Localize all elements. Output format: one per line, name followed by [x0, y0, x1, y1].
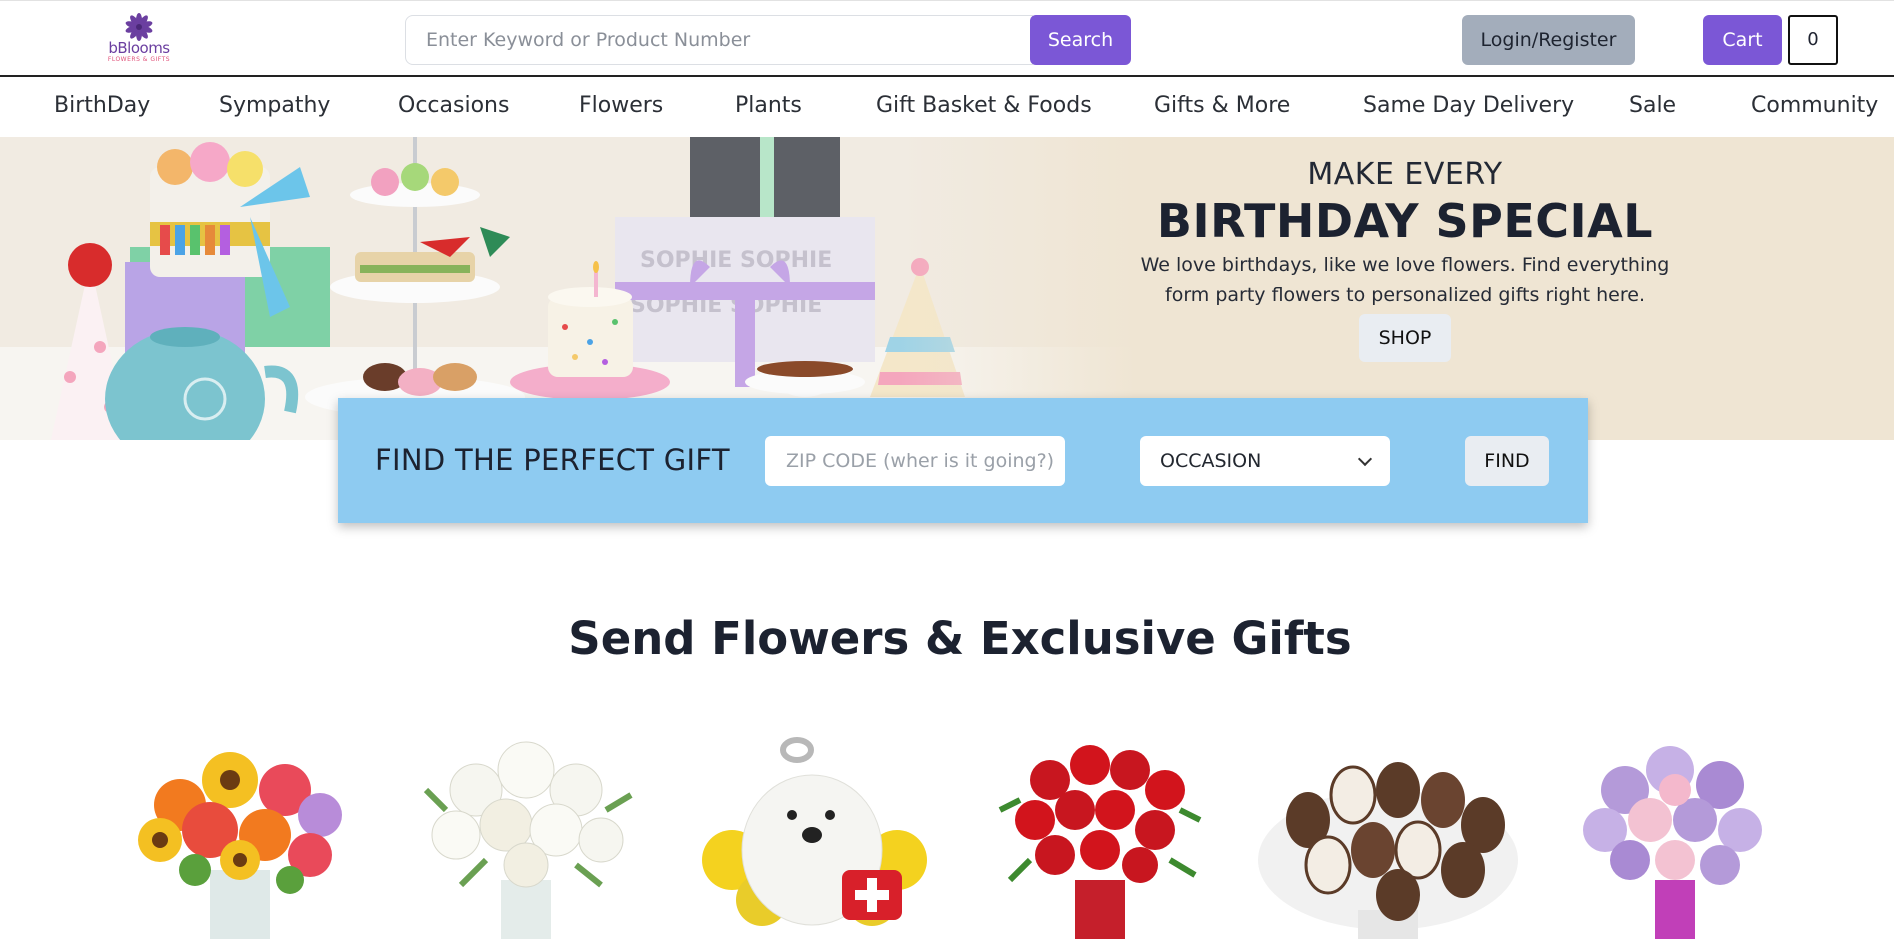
- nav-item-sympathy[interactable]: Sympathy: [219, 93, 330, 118]
- cart-button[interactable]: Cart: [1703, 15, 1782, 65]
- chevron-down-icon: [1357, 451, 1373, 467]
- hero-description: We love birthdays, like we love flowers.…: [1140, 254, 1670, 306]
- gift-finder-title: FIND THE PERFECT GIFT: [375, 443, 730, 477]
- occasion-select[interactable]: OCCASION: [1140, 436, 1390, 486]
- section-title: Send Flowers & Exclusive Gifts: [568, 612, 1352, 665]
- logo[interactable]: bBlooms FLOWERS & GIFTS: [104, 13, 174, 65]
- hero-headline: BIRTHDAY SPECIAL: [1156, 194, 1654, 248]
- search-button[interactable]: Search: [1030, 15, 1131, 65]
- main-nav: BirthDay Sympathy Occasions Flowers Plan…: [0, 79, 1894, 137]
- hero-fade: [900, 137, 1160, 440]
- nav-item-sale[interactable]: Sale: [1629, 93, 1676, 118]
- product-card[interactable]: [1248, 720, 1528, 939]
- logo-text: bBlooms: [108, 39, 170, 57]
- cart-count-badge[interactable]: 0: [1788, 15, 1838, 65]
- nav-item-gifts-more[interactable]: Gifts & More: [1154, 93, 1290, 118]
- gift-finder: FIND THE PERFECT GIFT OCCASION FIND: [338, 398, 1588, 523]
- nav-item-gift-basket-foods[interactable]: Gift Basket & Foods: [876, 93, 1092, 118]
- nav-item-same-day-delivery[interactable]: Same Day Delivery: [1363, 93, 1574, 118]
- hero-kicker: MAKE EVERY: [1307, 157, 1503, 192]
- product-card[interactable]: [960, 720, 1240, 939]
- shop-button[interactable]: SHOP: [1359, 314, 1451, 362]
- lavender-pink-bouquet-icon: [1583, 746, 1762, 939]
- puppy-flower-arrangement-icon: [702, 737, 927, 926]
- nav-item-community[interactable]: Community: [1751, 93, 1878, 118]
- search-input[interactable]: [405, 15, 1033, 65]
- product-card[interactable]: [100, 720, 380, 939]
- nav-item-occasions[interactable]: Occasions: [398, 93, 509, 118]
- mixed-sunflower-bouquet-icon: [138, 752, 342, 939]
- product-card[interactable]: [386, 720, 666, 939]
- hero-copy: MAKE EVERY BIRTHDAY SPECIAL We love birt…: [1130, 157, 1680, 362]
- red-roses-vase-icon: [998, 745, 1202, 939]
- occasion-select-value: OCCASION: [1160, 450, 1262, 472]
- nav-item-plants[interactable]: Plants: [735, 93, 802, 118]
- product-card[interactable]: [672, 720, 952, 939]
- login-register-button[interactable]: Login/Register: [1462, 15, 1635, 65]
- nav-item-birthday[interactable]: BirthDay: [54, 93, 150, 118]
- find-button[interactable]: FIND: [1465, 436, 1549, 486]
- nav-item-flowers[interactable]: Flowers: [579, 93, 663, 118]
- product-card[interactable]: [1535, 720, 1815, 939]
- logo-subtext: FLOWERS & GIFTS: [107, 56, 171, 63]
- white-lily-bouquet-icon: [423, 741, 633, 939]
- zip-code-input[interactable]: [765, 436, 1065, 486]
- hero-banner: SOPHIE SOPHIE SOPHIE SOPHIE MAKE EVERY B…: [0, 137, 1894, 440]
- chocolate-strawberries-icon: [1258, 762, 1518, 939]
- site-header: bBlooms FLOWERS & GIFTS Search Login/Reg…: [0, 0, 1894, 77]
- svg-text:SOPHIE SOPHIE: SOPHIE SOPHIE: [640, 248, 832, 273]
